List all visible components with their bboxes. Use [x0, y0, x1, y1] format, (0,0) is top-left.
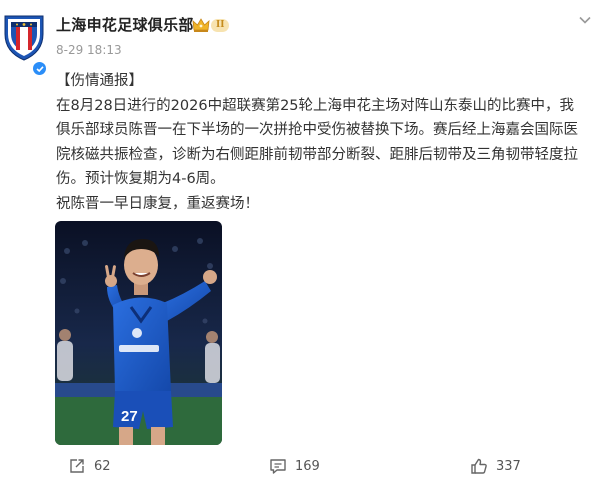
weibo-post: 上海申花足球俱乐部 II 8-29 18:13 【伤情通报】 在8月28日进行的…: [0, 0, 610, 485]
jersey-number: 27: [121, 408, 138, 425]
action-bar: 62 169 337: [0, 452, 610, 480]
post-time[interactable]: 8-29 18:13: [56, 43, 122, 57]
post-line: 在8月28日进行的2026中超联赛第25轮上海申花主场对阵山东泰山的比赛中，我: [56, 97, 575, 114]
post-line: 伤。预计恢复期为4-6周。: [56, 171, 225, 187]
post-line: 祝陈晋一早日康复，重返赛场！: [56, 195, 259, 212]
comment-button[interactable]: 169: [269, 452, 320, 480]
player-photo: 27: [55, 221, 222, 445]
comment-icon: [270, 459, 286, 474]
post-line: 院核磁共振检查，诊断为右侧距腓前韧带部分断裂、距腓后韧带及三角韧带轻度拉: [56, 146, 578, 163]
like-count: 337: [496, 458, 521, 474]
repost-count: 62: [94, 458, 111, 474]
avatar[interactable]: [2, 10, 47, 76]
post-line: 俱乐部球员陈晋一在下半场的一次拼抢中受伤被替换下场。赛后经上海嘉会国际医: [56, 122, 578, 138]
vip-badge[interactable]: II: [192, 16, 232, 34]
like-button[interactable]: 337: [470, 452, 521, 480]
repost-button[interactable]: 62: [68, 452, 111, 480]
vip-level: II: [211, 18, 230, 32]
verified-icon: [32, 61, 47, 76]
repost-icon: [70, 459, 84, 473]
author-name[interactable]: 上海申花足球俱乐部: [56, 14, 194, 35]
like-icon: [471, 458, 487, 474]
club-crest-logo: [4, 15, 44, 61]
comment-count: 169: [295, 458, 320, 474]
vip-crown-icon: [192, 18, 210, 32]
post-photo[interactable]: 27: [55, 221, 222, 445]
post-content: 【伤情通报】 在8月28日进行的2026中超联赛第25轮上海申花主场对阵山东泰山…: [56, 69, 604, 216]
chevron-down-icon[interactable]: [577, 12, 593, 28]
post-tag: 【伤情通报】: [56, 73, 143, 89]
